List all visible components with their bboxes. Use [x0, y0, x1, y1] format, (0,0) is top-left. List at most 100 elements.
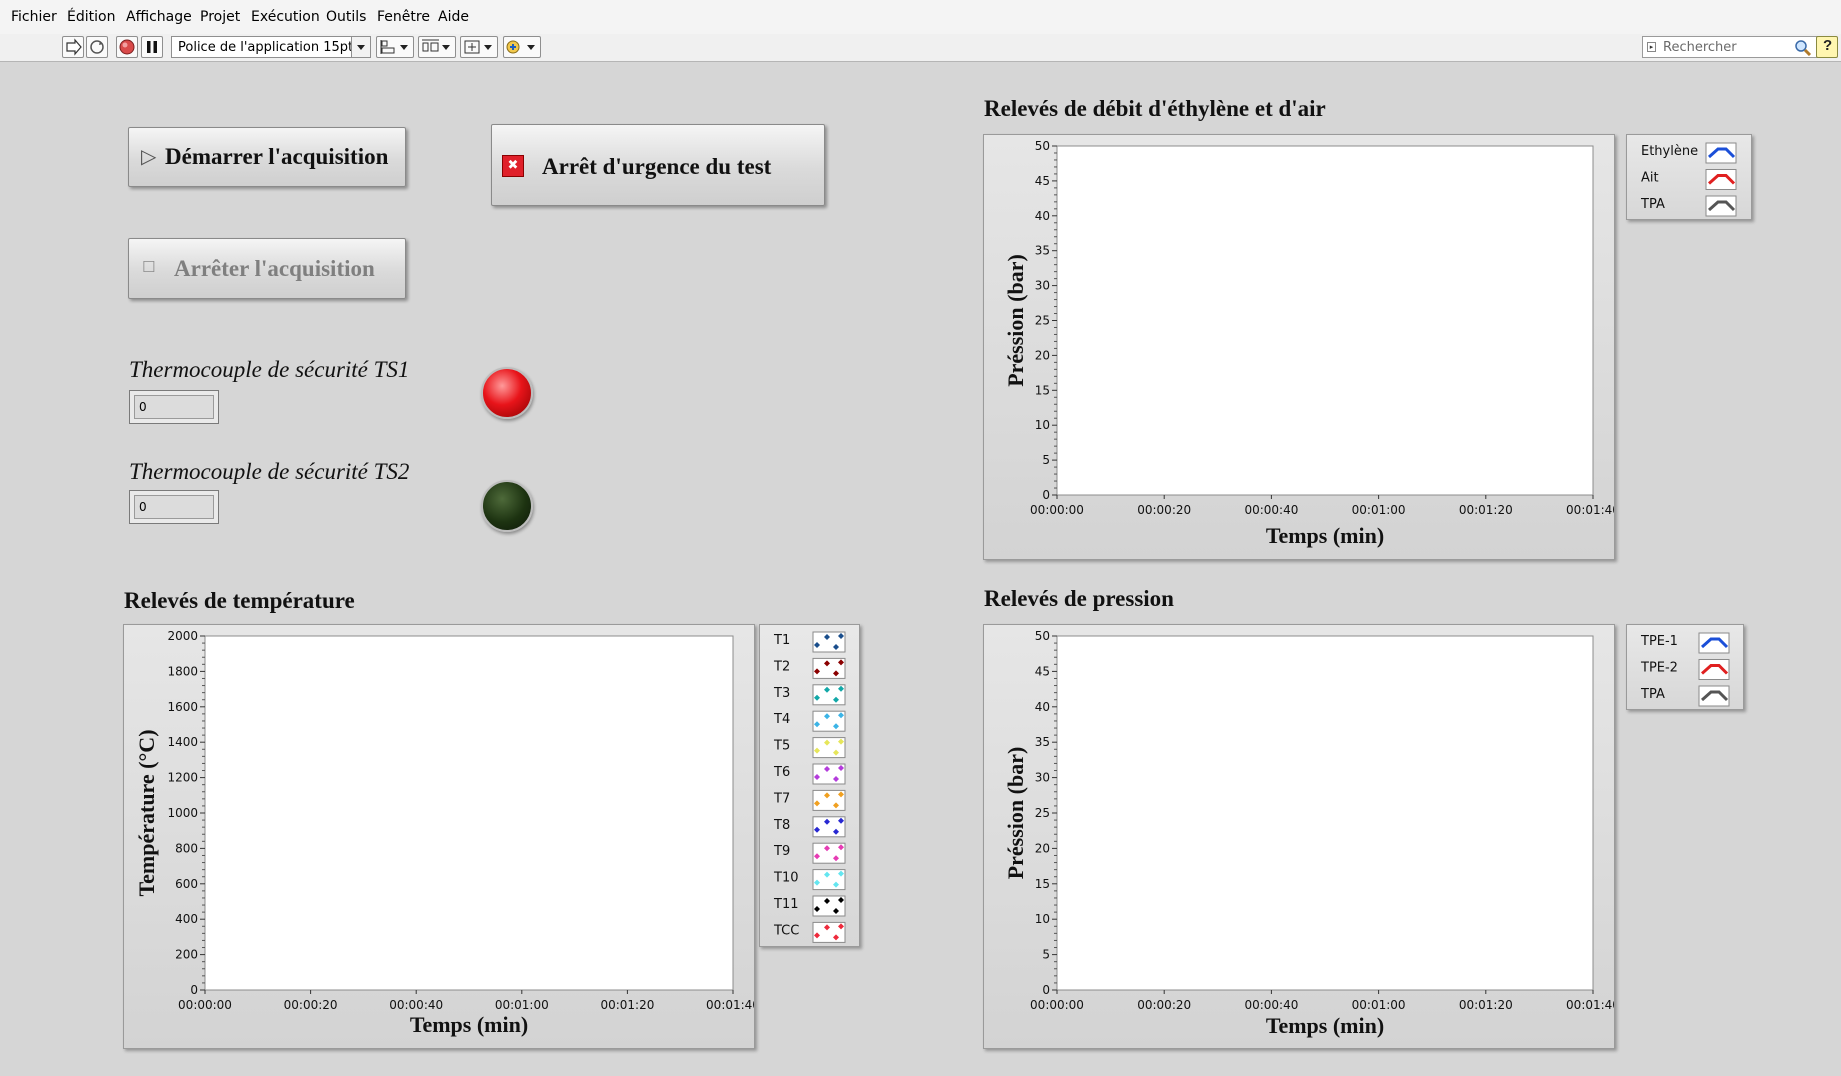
x-tick-label: 00:00:00 [1030, 998, 1084, 1012]
legend-label: T8 [773, 818, 790, 833]
y-tick-label: 35 [1035, 244, 1050, 258]
start-acquisition-label: Démarrer l'acquisition [165, 144, 389, 169]
close-icon: ✖ [502, 155, 524, 177]
pause-button[interactable] [141, 36, 163, 58]
legend-label: TPE-1 [1640, 634, 1678, 649]
menu-affichage[interactable]: Affichage [126, 9, 192, 25]
menu-projet[interactable]: Projet [200, 9, 240, 25]
plot-area [1056, 635, 1594, 991]
font-select-value: Police de l'application 15pts [178, 40, 360, 55]
legend-label: Ethylène [1641, 144, 1698, 159]
y-tick-label: 1400 [167, 735, 198, 749]
y-axis-label: Préssion (bar) [1003, 747, 1028, 880]
distribute-objects-button[interactable] [418, 36, 456, 58]
x-tick-label: 00:01:00 [495, 998, 549, 1012]
stop-acquisition-label: Arrêter l'acquisition [174, 256, 375, 281]
run-arrow-button[interactable] [62, 36, 84, 58]
pressure-chart-frame: 0 5 10 15 20 25 30 35 40 45 50 00:00:00 00:00:20 00:0… [983, 624, 1620, 1049]
play-icon: ▷ [141, 146, 157, 168]
ts1-value: 0 [134, 395, 214, 419]
legend-label: TPA [1640, 197, 1665, 212]
y-axis-label: Température (°C) [134, 729, 159, 896]
y-tick-label: 25 [1035, 314, 1050, 328]
legend-label: TCC [773, 923, 799, 938]
x-axis-label: Temps (min) [1266, 1013, 1384, 1038]
ts2-led-indicator [481, 480, 533, 532]
help-button[interactable]: ? [1816, 36, 1838, 58]
y-tick-label: 600 [175, 877, 198, 891]
temperature-chart-svg: 0 200 400 600 800 1000 1200 1400 1600 1800 2000 00:… [134, 629, 760, 1037]
x-tick-label: 00:01:00 [1352, 503, 1406, 517]
run-continuous-icon [90, 40, 104, 54]
search-input[interactable]: ▸ Rechercher [1642, 36, 1818, 58]
menu-edition[interactable]: Édition [67, 9, 115, 25]
y-tick-label: 1200 [167, 771, 198, 785]
ts1-label: Thermocouple de sécurité TS1 [129, 357, 410, 382]
pressure-legend: TPE-1 TPE-2 TPA [1626, 624, 1744, 710]
y-tick-label: 20 [1035, 841, 1050, 855]
search-placeholder: Rechercher [1663, 40, 1737, 55]
y-tick-label: 10 [1035, 912, 1050, 926]
y-tick-label: 10 [1035, 418, 1050, 432]
pause-icon [147, 41, 157, 53]
search-icon[interactable] [1793, 38, 1813, 56]
emergency-stop-label: Arrêt d'urgence du test [542, 154, 772, 179]
y-tick-label: 800 [175, 841, 198, 855]
menu-fenetre[interactable]: Fenêtre [377, 9, 430, 25]
x-tick-label: 00:00:40 [389, 998, 443, 1012]
ts1-value-field: 0 [129, 390, 219, 424]
flow-chart-title: Relevés de débit d'éthylène et d'air [984, 96, 1326, 121]
y-tick-label: 5 [1042, 948, 1050, 962]
menu-execution[interactable]: Exécution [251, 9, 320, 25]
x-tick-label: 00:00:00 [178, 998, 232, 1012]
font-select[interactable]: Police de l'application 15pts [171, 36, 371, 58]
menu-outils[interactable]: Outils [326, 9, 366, 25]
y-tick-label: 30 [1035, 279, 1050, 293]
legend-label: T2 [773, 659, 790, 674]
reorder-icon [506, 40, 535, 54]
abort-icon [119, 39, 135, 55]
flow-legend-svg: Ethylène Ait TPA [1640, 142, 1737, 217]
emergency-stop-button[interactable]: ✖ Arrêt d'urgence du test [491, 124, 825, 206]
x-tick-label: 00:01:20 [600, 998, 654, 1012]
toolbar: Police de l'application 15pts ▸ Recherch… [0, 34, 1841, 62]
legend-label: TPE-2 [1640, 661, 1678, 676]
legend-label: T3 [773, 686, 790, 701]
help-icon: ? [1823, 37, 1833, 54]
abort-button[interactable] [116, 36, 138, 58]
y-tick-label: 15 [1035, 383, 1050, 397]
y-tick-label: 45 [1035, 664, 1050, 678]
start-acquisition-button[interactable]: ▷ Démarrer l'acquisition [128, 127, 406, 187]
menu-bar: Fichier Édition Affichage Projet Exécuti… [0, 0, 1841, 35]
menu-fichier[interactable]: Fichier [11, 9, 57, 25]
legend-label: T4 [773, 712, 790, 727]
legend-label: T5 [773, 739, 790, 754]
y-tick-label: 35 [1035, 735, 1050, 749]
flow-chart-frame: 0 5 10 15 20 25 30 35 40 45 50 00:00:00 00:00:20 00:0… [983, 134, 1620, 560]
resize-objects-button[interactable] [460, 36, 498, 58]
menu-aide[interactable]: Aide [438, 9, 469, 25]
pressure-legend-svg: TPE-1 TPE-2 TPA [1640, 632, 1730, 707]
y-tick-label: 1000 [167, 806, 198, 820]
x-tick-label: 00:01:00 [1352, 998, 1406, 1012]
y-tick-label: 30 [1035, 771, 1050, 785]
x-tick-label: 00:01:40 [706, 998, 754, 1012]
align-objects-button[interactable] [376, 36, 414, 58]
temperature-legend-svg: T1 T2 T3 T4 T5 T6 T7 T8 T9 T10 T11 TCC [773, 631, 846, 943]
x-axis-label: Temps (min) [1266, 523, 1384, 548]
chevron-down-icon [351, 37, 370, 57]
x-tick-label: 00:00:00 [1030, 503, 1084, 517]
legend-label: T7 [773, 791, 790, 806]
flow-chart-svg: 0 5 10 15 20 25 30 35 40 45 50 00:00:00 00:00:20 00:0… [1003, 139, 1620, 548]
reorder-button[interactable] [503, 36, 541, 58]
y-tick-label: 50 [1035, 629, 1050, 643]
run-continuous-button[interactable] [86, 36, 108, 58]
x-tick-label: 00:01:20 [1459, 998, 1513, 1012]
ts1-led-indicator [481, 367, 533, 419]
y-tick-label: 15 [1035, 877, 1050, 891]
stop-acquisition-button[interactable]: ☐ Arrêter l'acquisition [128, 238, 406, 299]
y-tick-label: 40 [1035, 209, 1050, 223]
y-tick-label: 40 [1035, 700, 1050, 714]
run-arrow-icon [66, 38, 82, 56]
ts2-value-field: 0 [129, 490, 219, 524]
